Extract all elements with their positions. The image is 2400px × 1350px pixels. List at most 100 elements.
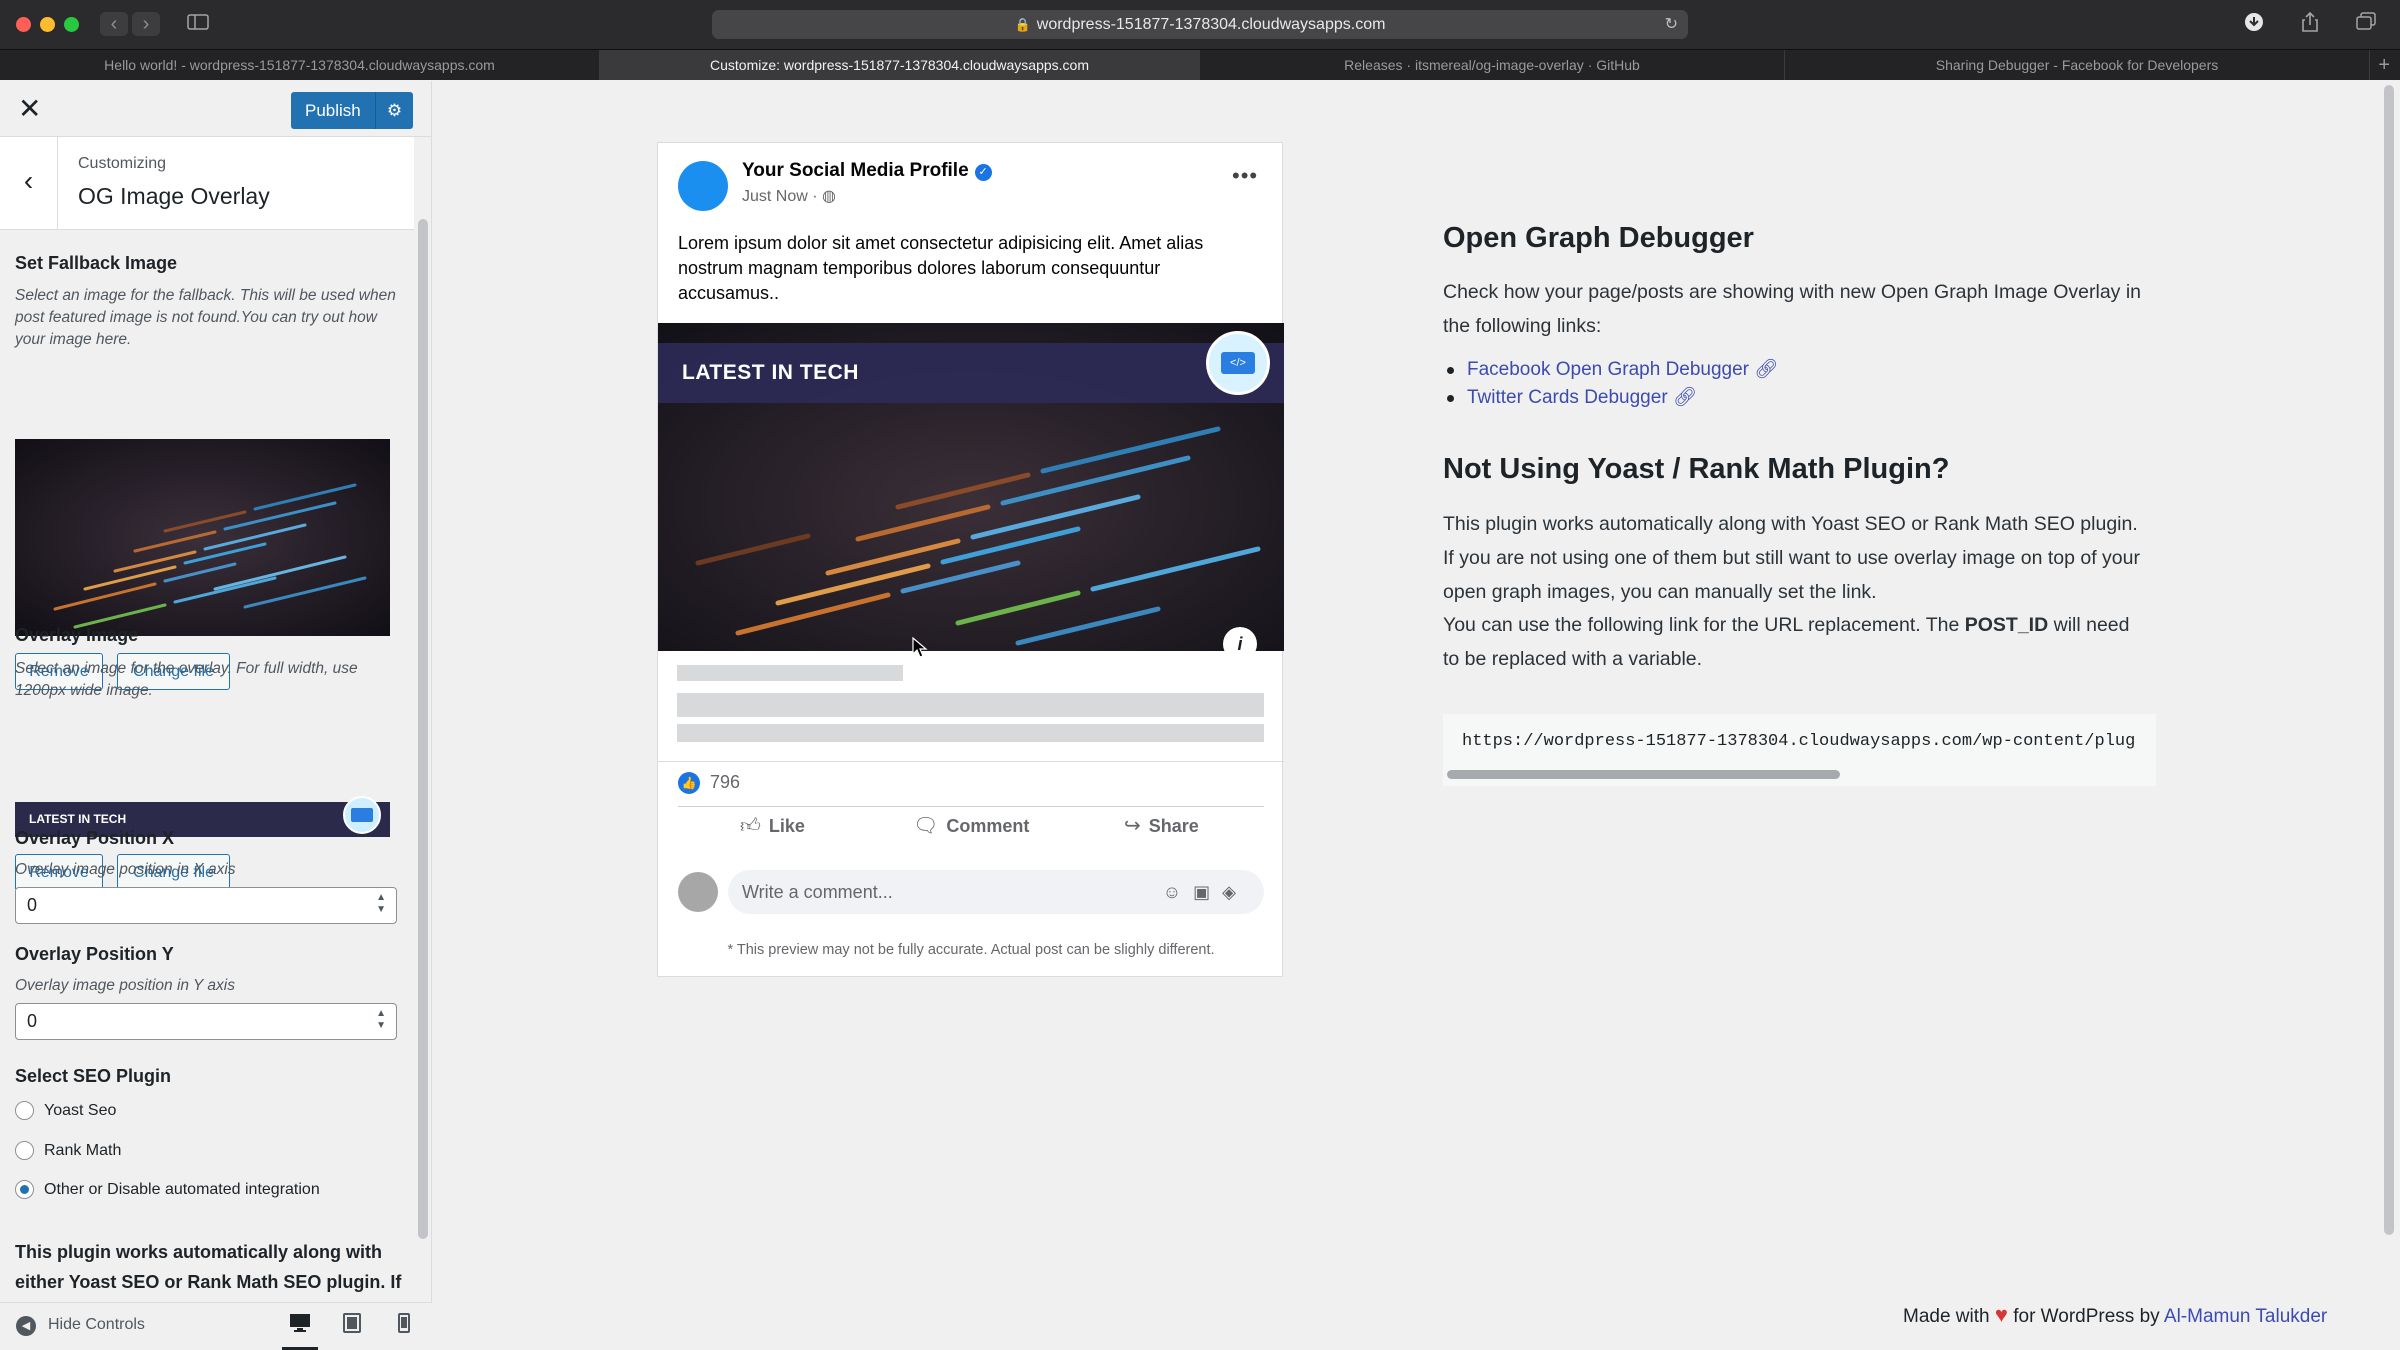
- url-code-block[interactable]: https://wordpress-151877-1378304.cloudwa…: [1443, 714, 2156, 786]
- no-yoast-paragraph: This plugin works automatically along wi…: [1443, 513, 2140, 603]
- more-options-icon[interactable]: •••: [1232, 163, 1258, 189]
- radio-label: Rank Math: [44, 1142, 122, 1159]
- tabs-overview-icon[interactable]: [2352, 12, 2380, 36]
- post-time: Just Now · ◍: [742, 188, 836, 205]
- customizer-sidebar: ✕ Publish ⚙ ‹ Customizing OG Image Overl…: [0, 81, 432, 1350]
- heart-icon: ♥: [1994, 1302, 2008, 1327]
- desktop-preview-icon[interactable]: [282, 1311, 318, 1350]
- like-count[interactable]: 👍 796: [678, 770, 740, 795]
- position-y-input[interactable]: 0 ▲ ▼: [15, 1003, 397, 1040]
- author-link[interactable]: Al-Mamun Talukder: [2164, 1306, 2327, 1327]
- stepper-arrows-icon[interactable]: ▲ ▼: [376, 892, 386, 916]
- back-arrow-icon[interactable]: ‹: [0, 137, 58, 230]
- sidebar-scrollbar[interactable]: [418, 139, 428, 1239]
- no-yoast-title: Not Using Yoast / Rank Math Plugin?: [1443, 453, 1950, 485]
- close-window-button[interactable]: [16, 17, 31, 32]
- debugger-intro: Check how your page/posts are showing wi…: [1443, 281, 2142, 337]
- facebook-debugger-link[interactable]: Facebook Open Graph Debugger 🔗︎: [1467, 359, 1778, 380]
- sidebar-toggle-icon[interactable]: [184, 12, 212, 36]
- footer-text: for WordPress by: [2013, 1306, 2160, 1327]
- radio-button[interactable]: [15, 1101, 34, 1121]
- close-customizer-icon[interactable]: ✕: [18, 93, 41, 125]
- publish-button[interactable]: Publish ⚙: [291, 92, 413, 129]
- comment-input[interactable]: Write a comment... ☺▣◈: [728, 870, 1264, 914]
- browser-tab[interactable]: Sharing Debugger - Facebook for Develope…: [1785, 50, 2370, 80]
- gif-icon[interactable]: ▣: [1193, 882, 1222, 902]
- sticker-icon[interactable]: ◈: [1222, 882, 1248, 902]
- share-icon[interactable]: [2296, 11, 2324, 36]
- forward-nav-icon[interactable]: ›: [132, 12, 160, 36]
- radio-label: Other or Disable automated integration: [44, 1181, 320, 1198]
- browser-tab-active[interactable]: Customize: wordpress-151877-1378304.clou…: [600, 50, 1200, 80]
- overlay-thumb-text: LATEST IN TECH: [29, 812, 127, 826]
- position-y-value: 0: [27, 1011, 38, 1031]
- comment-button[interactable]: 🗨︎ Comment: [913, 806, 1029, 846]
- link-icon: 🔗︎: [1672, 387, 1698, 408]
- code-horizontal-scrollbar[interactable]: [1447, 770, 1840, 779]
- customizer-preview: Your Social Media Profile ✓ Just Now · ◍ …: [432, 81, 2400, 1350]
- commenter-avatar: [678, 872, 718, 912]
- share-arrow-icon: ↪: [1124, 815, 1141, 837]
- mobile-preview-icon[interactable]: [386, 1311, 422, 1350]
- seo-option-rank-math[interactable]: Rank Math: [15, 1141, 121, 1161]
- hide-controls-button[interactable]: ◀ Hide Controls: [16, 1316, 145, 1336]
- position-y-label: Overlay Position Y: [15, 944, 174, 964]
- url-text: wordpress-151877-1378304.cloudwaysapps.c…: [1036, 16, 1386, 33]
- radio-button[interactable]: [15, 1141, 34, 1161]
- new-tab-icon[interactable]: +: [2378, 50, 2390, 80]
- comment-tools: ☺▣◈: [1163, 870, 1248, 914]
- reload-icon[interactable]: ↻: [1665, 10, 1678, 39]
- list-item: Facebook Open Graph Debugger 🔗︎: [1443, 356, 1778, 384]
- info-icon[interactable]: i: [1223, 627, 1257, 661]
- overlay-badge-icon: [343, 796, 381, 834]
- hide-controls-label: Hide Controls: [48, 1316, 145, 1333]
- post-id-token: POST_ID: [1964, 614, 2049, 636]
- publish-settings-gear-icon[interactable]: ⚙: [375, 92, 413, 129]
- browser-tab[interactable]: Hello world! - wordpress-151877-1378304.…: [0, 50, 600, 80]
- browser-tab[interactable]: Releases · itsmereal/og-image-overlay · …: [1200, 50, 1785, 80]
- zoom-window-button[interactable]: [64, 17, 79, 32]
- position-y-description: Overlay image position in Y axis: [15, 977, 235, 994]
- stepper-arrows-icon[interactable]: ▲ ▼: [376, 1008, 386, 1032]
- downloads-icon[interactable]: [2240, 12, 2268, 36]
- preview-disclaimer: * This preview may not be fully accurate…: [727, 942, 1215, 958]
- mouse-cursor-icon: [912, 637, 928, 658]
- position-x-label: Overlay Position X: [15, 828, 175, 848]
- url-replacement-paragraph: You can use the following link for the U…: [1443, 614, 2130, 670]
- preview-scrollbar[interactable]: [2384, 85, 2394, 1235]
- seo-option-other[interactable]: Other or Disable automated integration: [15, 1180, 320, 1200]
- tablet-preview-icon[interactable]: [334, 1311, 370, 1350]
- emoji-icon[interactable]: ☺: [1163, 882, 1193, 902]
- share-button[interactable]: ↪ Share: [1124, 806, 1199, 846]
- skeleton-line: [677, 724, 1264, 742]
- post-text: Lorem ipsum dolor sit amet consectetur a…: [678, 233, 1204, 303]
- debugger-links: Facebook Open Graph Debugger 🔗︎ Twitter …: [1443, 356, 1778, 412]
- credits-footer: Made with ♥ for WordPress by Al-Mamun Ta…: [1903, 1302, 2327, 1328]
- avatar: [678, 161, 728, 211]
- twitter-debugger-link[interactable]: Twitter Cards Debugger 🔗︎: [1467, 387, 1697, 408]
- debugger-title: Open Graph Debugger: [1443, 222, 1754, 254]
- list-item: Twitter Cards Debugger 🔗︎: [1443, 384, 1778, 412]
- address-bar[interactable]: 🔒 wordpress-151877-1378304.cloudwaysapps.…: [712, 10, 1688, 39]
- comment-icon: 🗨︎: [913, 815, 939, 837]
- globe-icon: ◍: [822, 188, 836, 205]
- position-x-input[interactable]: 0 ▲ ▼: [15, 887, 397, 924]
- back-nav-icon[interactable]: ‹: [100, 12, 128, 36]
- radio-button-checked[interactable]: [15, 1180, 34, 1200]
- customizing-label: Customizing: [78, 155, 167, 172]
- skeleton-line: [677, 693, 1264, 717]
- seo-option-yoast[interactable]: Yoast Seo: [15, 1101, 116, 1121]
- fallback-image-thumbnail[interactable]: [15, 439, 390, 636]
- like-button[interactable]: 👍︎ Like: [740, 806, 805, 846]
- link-icon: 🔗︎: [1754, 359, 1779, 380]
- thumbs-up-icon: 👍︎: [740, 815, 761, 837]
- divider: [658, 761, 1284, 762]
- section-header: ‹ Customizing OG Image Overlay: [0, 137, 414, 230]
- section-title: OG Image Overlay: [78, 183, 270, 209]
- position-x-description: Overlay image position in X axis: [15, 861, 236, 878]
- customizer-footer: ◀ Hide Controls: [0, 1302, 432, 1350]
- minimize-window-button[interactable]: [40, 17, 55, 32]
- fallback-image-label: Set Fallback Image: [15, 253, 178, 273]
- skeleton-line: [677, 665, 903, 681]
- facebook-post-preview: Your Social Media Profile ✓ Just Now · ◍ …: [657, 142, 1284, 977]
